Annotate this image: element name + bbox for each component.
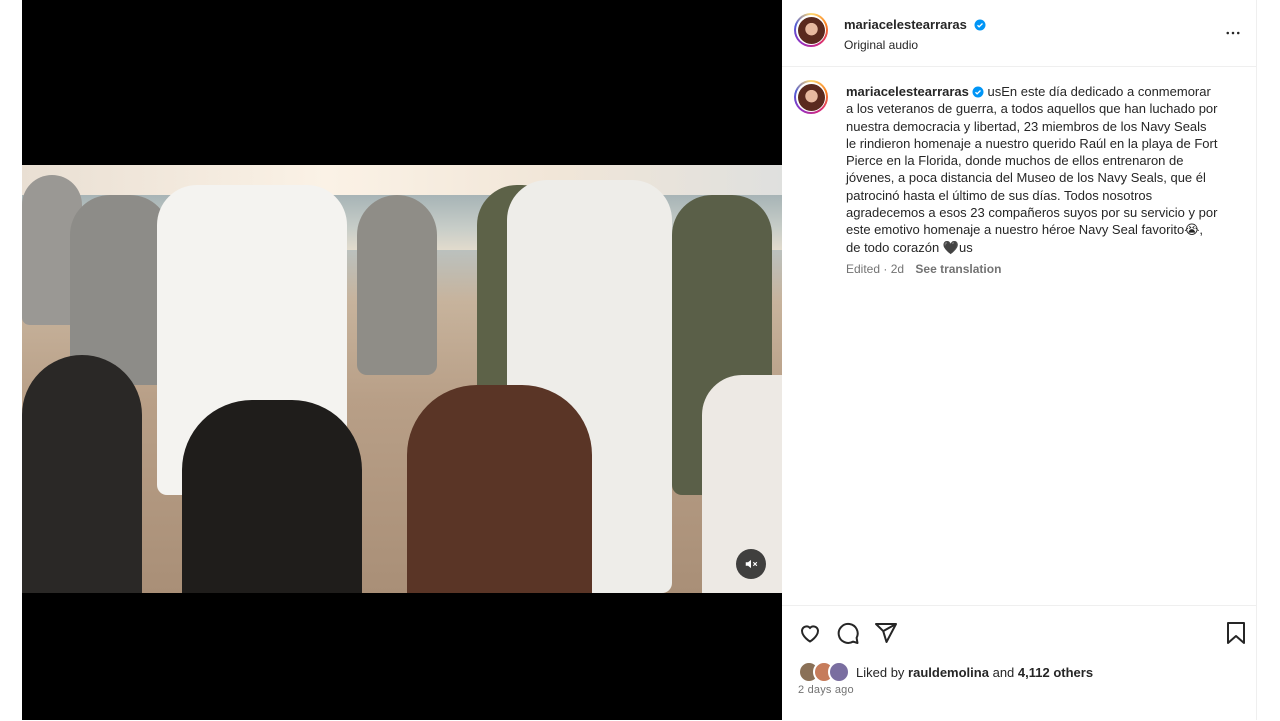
caption: mariacelestearraras usEn este día dedica… <box>846 83 1218 256</box>
others-link[interactable]: 4,112 others <box>1018 665 1093 680</box>
see-translation-link[interactable]: See translation <box>915 262 1001 276</box>
more-options-icon <box>1226 31 1240 35</box>
liker-avatar[interactable] <box>828 661 850 683</box>
verified-badge-icon <box>974 19 986 31</box>
share-button[interactable] <box>874 621 898 650</box>
author-avatar[interactable] <box>794 13 828 47</box>
video-person <box>22 355 142 593</box>
like-button[interactable] <box>798 621 822 650</box>
audio-link[interactable]: Original audio <box>844 38 986 52</box>
verified-badge-icon <box>972 86 984 98</box>
muted-speaker-icon <box>745 559 758 569</box>
post-header: mariacelestearraras Original audio <box>782 0 1256 67</box>
heart-icon <box>800 625 820 643</box>
video-person <box>357 195 437 375</box>
edited-label: Edited · 2d <box>846 262 905 276</box>
caption-text: usEn este día dedicado a conmemorar a lo… <box>846 84 1218 255</box>
post-media[interactable] <box>22 0 782 720</box>
comment-icon <box>837 622 859 644</box>
post-time[interactable]: 2 days ago <box>798 684 854 696</box>
video-frame[interactable] <box>22 165 782 593</box>
caption-meta: Edited · 2d See translation <box>846 262 1001 276</box>
caption-username[interactable]: mariacelestearraras <box>846 84 969 99</box>
paper-plane-icon <box>875 623 897 643</box>
author-username[interactable]: mariacelestearraras <box>844 17 967 32</box>
video-person <box>182 400 362 593</box>
post-actions: Liked by rauldemolina and 4,112 others 2… <box>782 605 1256 721</box>
mute-button[interactable] <box>736 549 766 579</box>
save-button[interactable] <box>1225 621 1247 650</box>
liked-by-prefix: Liked by <box>856 664 905 680</box>
liked-by-user[interactable]: rauldemolina <box>908 665 989 680</box>
video-person <box>407 385 592 593</box>
caption-avatar[interactable] <box>794 80 828 114</box>
and-text: and <box>992 664 1015 680</box>
video-sky <box>22 165 782 197</box>
post-sidebar: mariacelestearraras Original audio maria… <box>782 0 1257 720</box>
bookmark-icon <box>1227 622 1245 644</box>
comment-button[interactable] <box>836 621 860 650</box>
more-options-button[interactable] <box>1224 24 1242 47</box>
likes-summary: Liked by rauldemolina and 4,112 others <box>798 661 1093 683</box>
